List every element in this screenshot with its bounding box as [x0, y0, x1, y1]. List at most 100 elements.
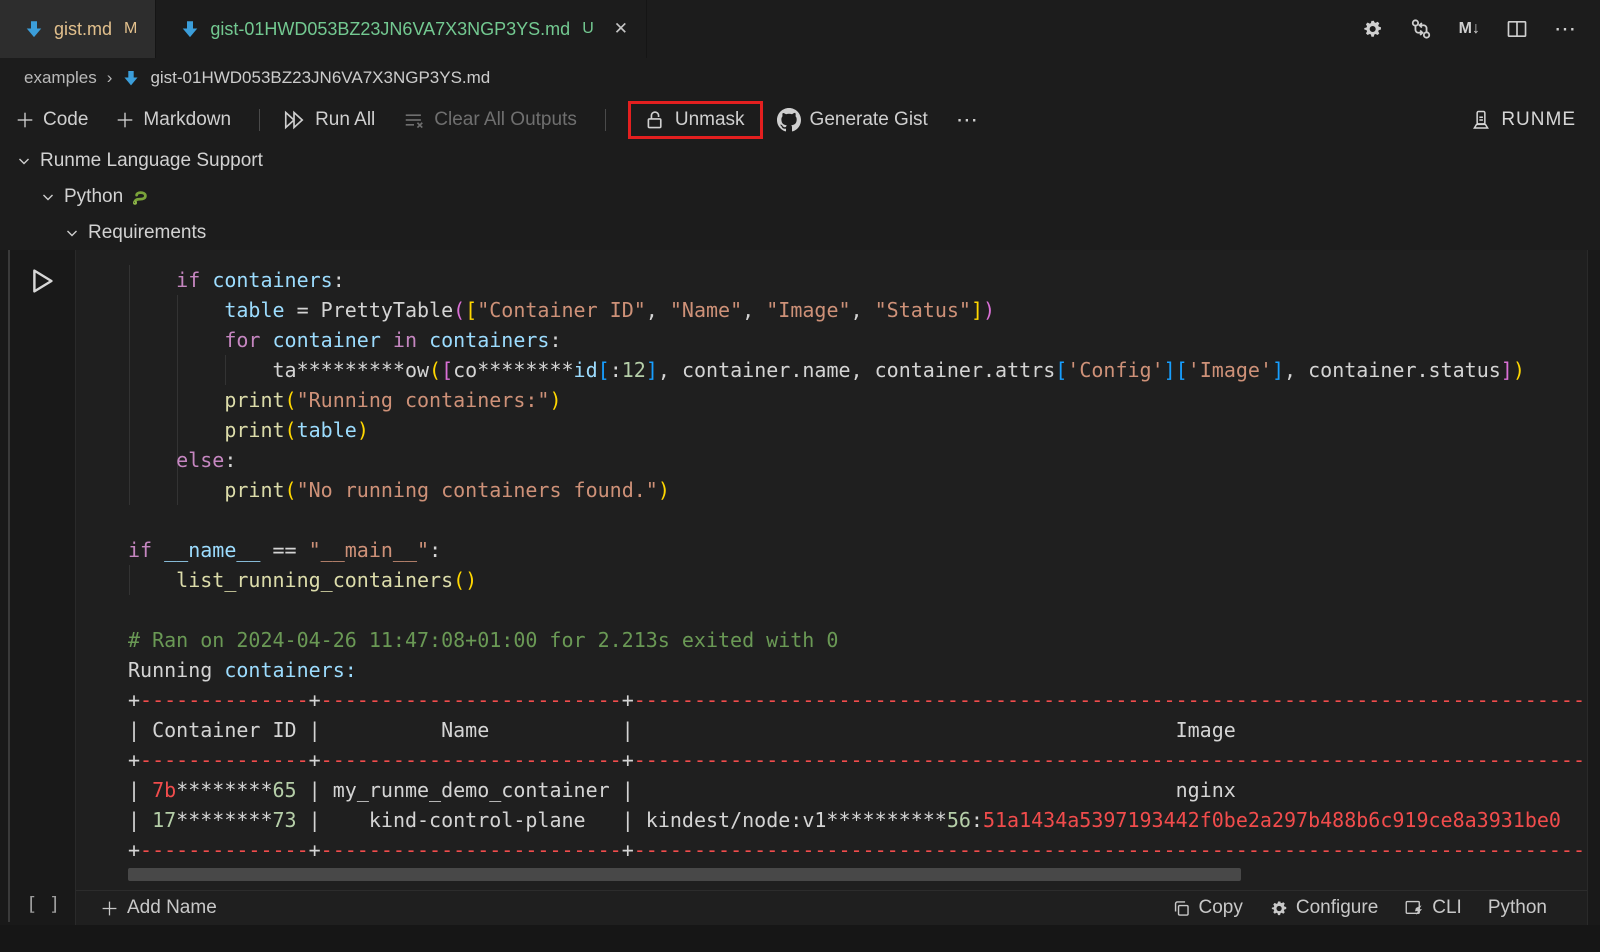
toolbar-separator: [605, 109, 606, 131]
unmask-label: Unmask: [675, 109, 745, 131]
breadcrumb: examples › gist-01HWD053BZ23JN6VA7X3NGP3…: [0, 58, 1600, 97]
file-down-arrow-icon: [122, 69, 140, 87]
cell-status-brackets: [ ]: [26, 893, 60, 915]
code-line: # Ran on 2024-04-26 11:47:08+01:00 for 2…: [128, 625, 1588, 655]
code-line: +--------------+------------------------…: [128, 745, 1588, 775]
code-line: if __name__ == "__main__":: [128, 535, 1525, 565]
runme-icon: [1470, 109, 1492, 131]
code-line: +--------------+------------------------…: [128, 835, 1588, 865]
code-line: if containers:: [128, 265, 1525, 295]
tab-label: gist.md: [54, 19, 112, 40]
run-all-icon: [282, 108, 306, 132]
breadcrumb-separator-icon: ›: [107, 68, 113, 88]
cell-output: # Ran on 2024-04-26 11:47:08+01:00 for 2…: [128, 625, 1588, 865]
run-cell-button[interactable]: [24, 264, 58, 298]
cell-language-indicator[interactable]: Python: [1488, 897, 1547, 919]
gear-icon: [1269, 899, 1288, 918]
run-all-label: Run All: [315, 109, 375, 131]
tree-item-runme-language-support[interactable]: Runme Language Support: [0, 143, 1600, 179]
generate-gist-label: Generate Gist: [810, 109, 928, 131]
add-code-label: Code: [43, 109, 88, 131]
code-line: list_running_containers(): [128, 565, 1525, 595]
configure-button[interactable]: Configure: [1269, 897, 1378, 919]
chevron-down-icon: [64, 225, 80, 241]
unmask-button[interactable]: Unmask: [644, 109, 745, 131]
code-cell[interactable]: if containers: table = PrettyTable(["Con…: [75, 250, 1588, 925]
code-line: ta*********ow([co********id[:12], contai…: [128, 355, 1525, 385]
outline-tree: Runme Language Support Python Requiremen…: [0, 143, 1600, 250]
add-markdown-cell-button[interactable]: Markdown: [116, 109, 231, 131]
code-line: | 7b********65 | my_runme_demo_container…: [128, 775, 1588, 805]
notebook-editor: if containers: table = PrettyTable(["Con…: [0, 250, 1600, 925]
markdown-download-icon[interactable]: M↓: [1459, 20, 1480, 38]
code-editor-content[interactable]: if containers: table = PrettyTable(["Con…: [128, 265, 1525, 595]
clear-all-label: Clear All Outputs: [434, 109, 577, 131]
plus-icon: [16, 111, 34, 129]
toolbar-more-icon[interactable]: ⋯: [956, 107, 980, 133]
add-markdown-label: Markdown: [143, 109, 231, 131]
modified-badge: M: [124, 20, 137, 38]
more-actions-icon[interactable]: ⋯: [1554, 16, 1578, 42]
file-down-arrow-icon: [24, 19, 44, 39]
tree-item-label: Python: [64, 186, 123, 208]
code-line: Running containers:: [128, 655, 1588, 685]
annotation-red-box: Unmask: [628, 101, 763, 139]
split-editor-icon[interactable]: [1506, 18, 1528, 40]
code-line: | 17********73 | kind-control-plane | ki…: [128, 805, 1588, 835]
tree-item-label: Runme Language Support: [40, 150, 263, 172]
tab-gist-01hwd[interactable]: gist-01HWD053BZ23JN6VA7X3NGP3YS.md U ✕: [156, 0, 647, 58]
toolbar-separator: [259, 109, 260, 131]
clear-all-outputs-button[interactable]: Clear All Outputs: [403, 109, 577, 131]
code-line: print(table): [128, 415, 1525, 445]
chevron-down-icon: [40, 189, 56, 205]
terminal-cli-icon: [1404, 898, 1424, 918]
code-line: print("Running containers:"): [128, 385, 1525, 415]
language-label: Python: [1488, 897, 1547, 919]
runme-label: RUNME: [1501, 109, 1576, 131]
code-line: print("No running containers found."): [128, 475, 1525, 505]
code-line: +--------------+------------------------…: [128, 685, 1588, 715]
code-line: else:: [128, 445, 1525, 475]
code-line: | Container ID | Name | Image: [128, 715, 1588, 745]
copy-label: Copy: [1199, 897, 1243, 919]
notebook-toolbar: Code Markdown Run All Clear All Outputs …: [0, 97, 1600, 143]
tree-item-requirements[interactable]: Requirements: [0, 215, 1600, 251]
cell-footer: Add Name Copy Configure CLI Python: [76, 890, 1588, 925]
tab-bar: gist.md M gist-01HWD053BZ23JN6VA7X3NGP3Y…: [0, 0, 1600, 58]
code-line: table = PrettyTable(["Container ID", "Na…: [128, 295, 1525, 325]
breadcrumb-file[interactable]: gist-01HWD053BZ23JN6VA7X3NGP3YS.md: [150, 68, 490, 88]
cli-button[interactable]: CLI: [1404, 897, 1462, 919]
untracked-badge: U: [582, 20, 594, 38]
git-compare-icon[interactable]: [1409, 17, 1433, 41]
tree-item-label: Requirements: [88, 222, 206, 244]
generate-gist-button[interactable]: Generate Gist: [777, 108, 928, 132]
code-line: [128, 505, 1525, 535]
breadcrumb-folder[interactable]: examples: [24, 68, 97, 88]
snake-icon: [131, 187, 151, 207]
copy-icon: [1172, 899, 1191, 918]
add-name-button[interactable]: Add Name: [101, 897, 217, 919]
tab-label: gist-01HWD053BZ23JN6VA7X3NGP3YS.md: [210, 19, 570, 40]
clear-all-icon: [403, 109, 425, 131]
horizontal-scrollbar[interactable]: [128, 868, 1241, 881]
copy-button[interactable]: Copy: [1172, 897, 1243, 919]
github-icon: [777, 108, 801, 132]
cell-focus-bar: [8, 250, 10, 922]
configure-label: Configure: [1296, 897, 1378, 919]
editor-actions: M↓ ⋯: [1361, 0, 1600, 58]
code-line: for container in containers:: [128, 325, 1525, 355]
unlock-icon: [644, 109, 666, 131]
plus-icon: [101, 900, 118, 917]
close-icon[interactable]: ✕: [614, 19, 628, 39]
file-down-arrow-icon: [180, 19, 200, 39]
gear-icon[interactable]: [1361, 18, 1383, 40]
add-code-cell-button[interactable]: Code: [16, 109, 88, 131]
run-all-button[interactable]: Run All: [282, 108, 375, 132]
add-name-label: Add Name: [127, 897, 217, 919]
cli-label: CLI: [1432, 897, 1462, 919]
chevron-down-icon: [16, 153, 32, 169]
plus-icon: [116, 111, 134, 129]
tree-item-python[interactable]: Python: [0, 179, 1600, 215]
runme-brand: RUNME: [1470, 109, 1576, 131]
tab-gist-md[interactable]: gist.md M: [0, 0, 156, 58]
